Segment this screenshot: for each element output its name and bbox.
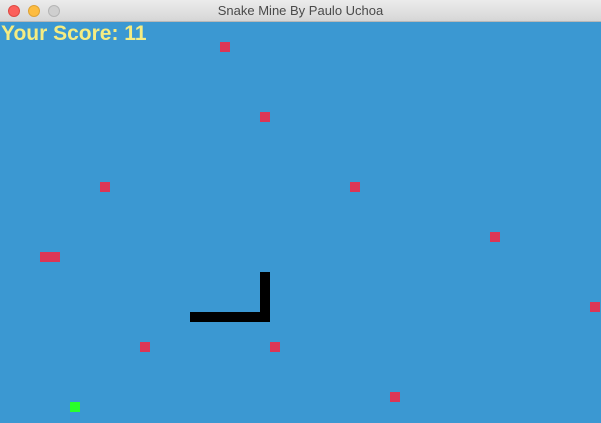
score-label: Your Score: 11 bbox=[1, 22, 147, 45]
mine-block bbox=[390, 392, 400, 402]
mine-block bbox=[590, 302, 600, 312]
title-bar: Snake Mine By Paulo Uchoa bbox=[0, 0, 601, 22]
mine-block bbox=[50, 252, 60, 262]
mine-block bbox=[270, 342, 280, 352]
mine-block bbox=[140, 342, 150, 352]
game-board[interactable]: Your Score: 11 bbox=[0, 22, 601, 423]
game-window: Snake Mine By Paulo Uchoa Your Score: 11 bbox=[0, 0, 601, 423]
mine-block bbox=[350, 182, 360, 192]
food-block bbox=[70, 402, 80, 412]
mine-block bbox=[220, 42, 230, 52]
mine-block bbox=[40, 252, 50, 262]
mine-block bbox=[490, 232, 500, 242]
mine-block bbox=[260, 112, 270, 122]
window-title: Snake Mine By Paulo Uchoa bbox=[217, 3, 384, 18]
snake-body bbox=[190, 312, 270, 322]
mine-block bbox=[100, 182, 110, 192]
